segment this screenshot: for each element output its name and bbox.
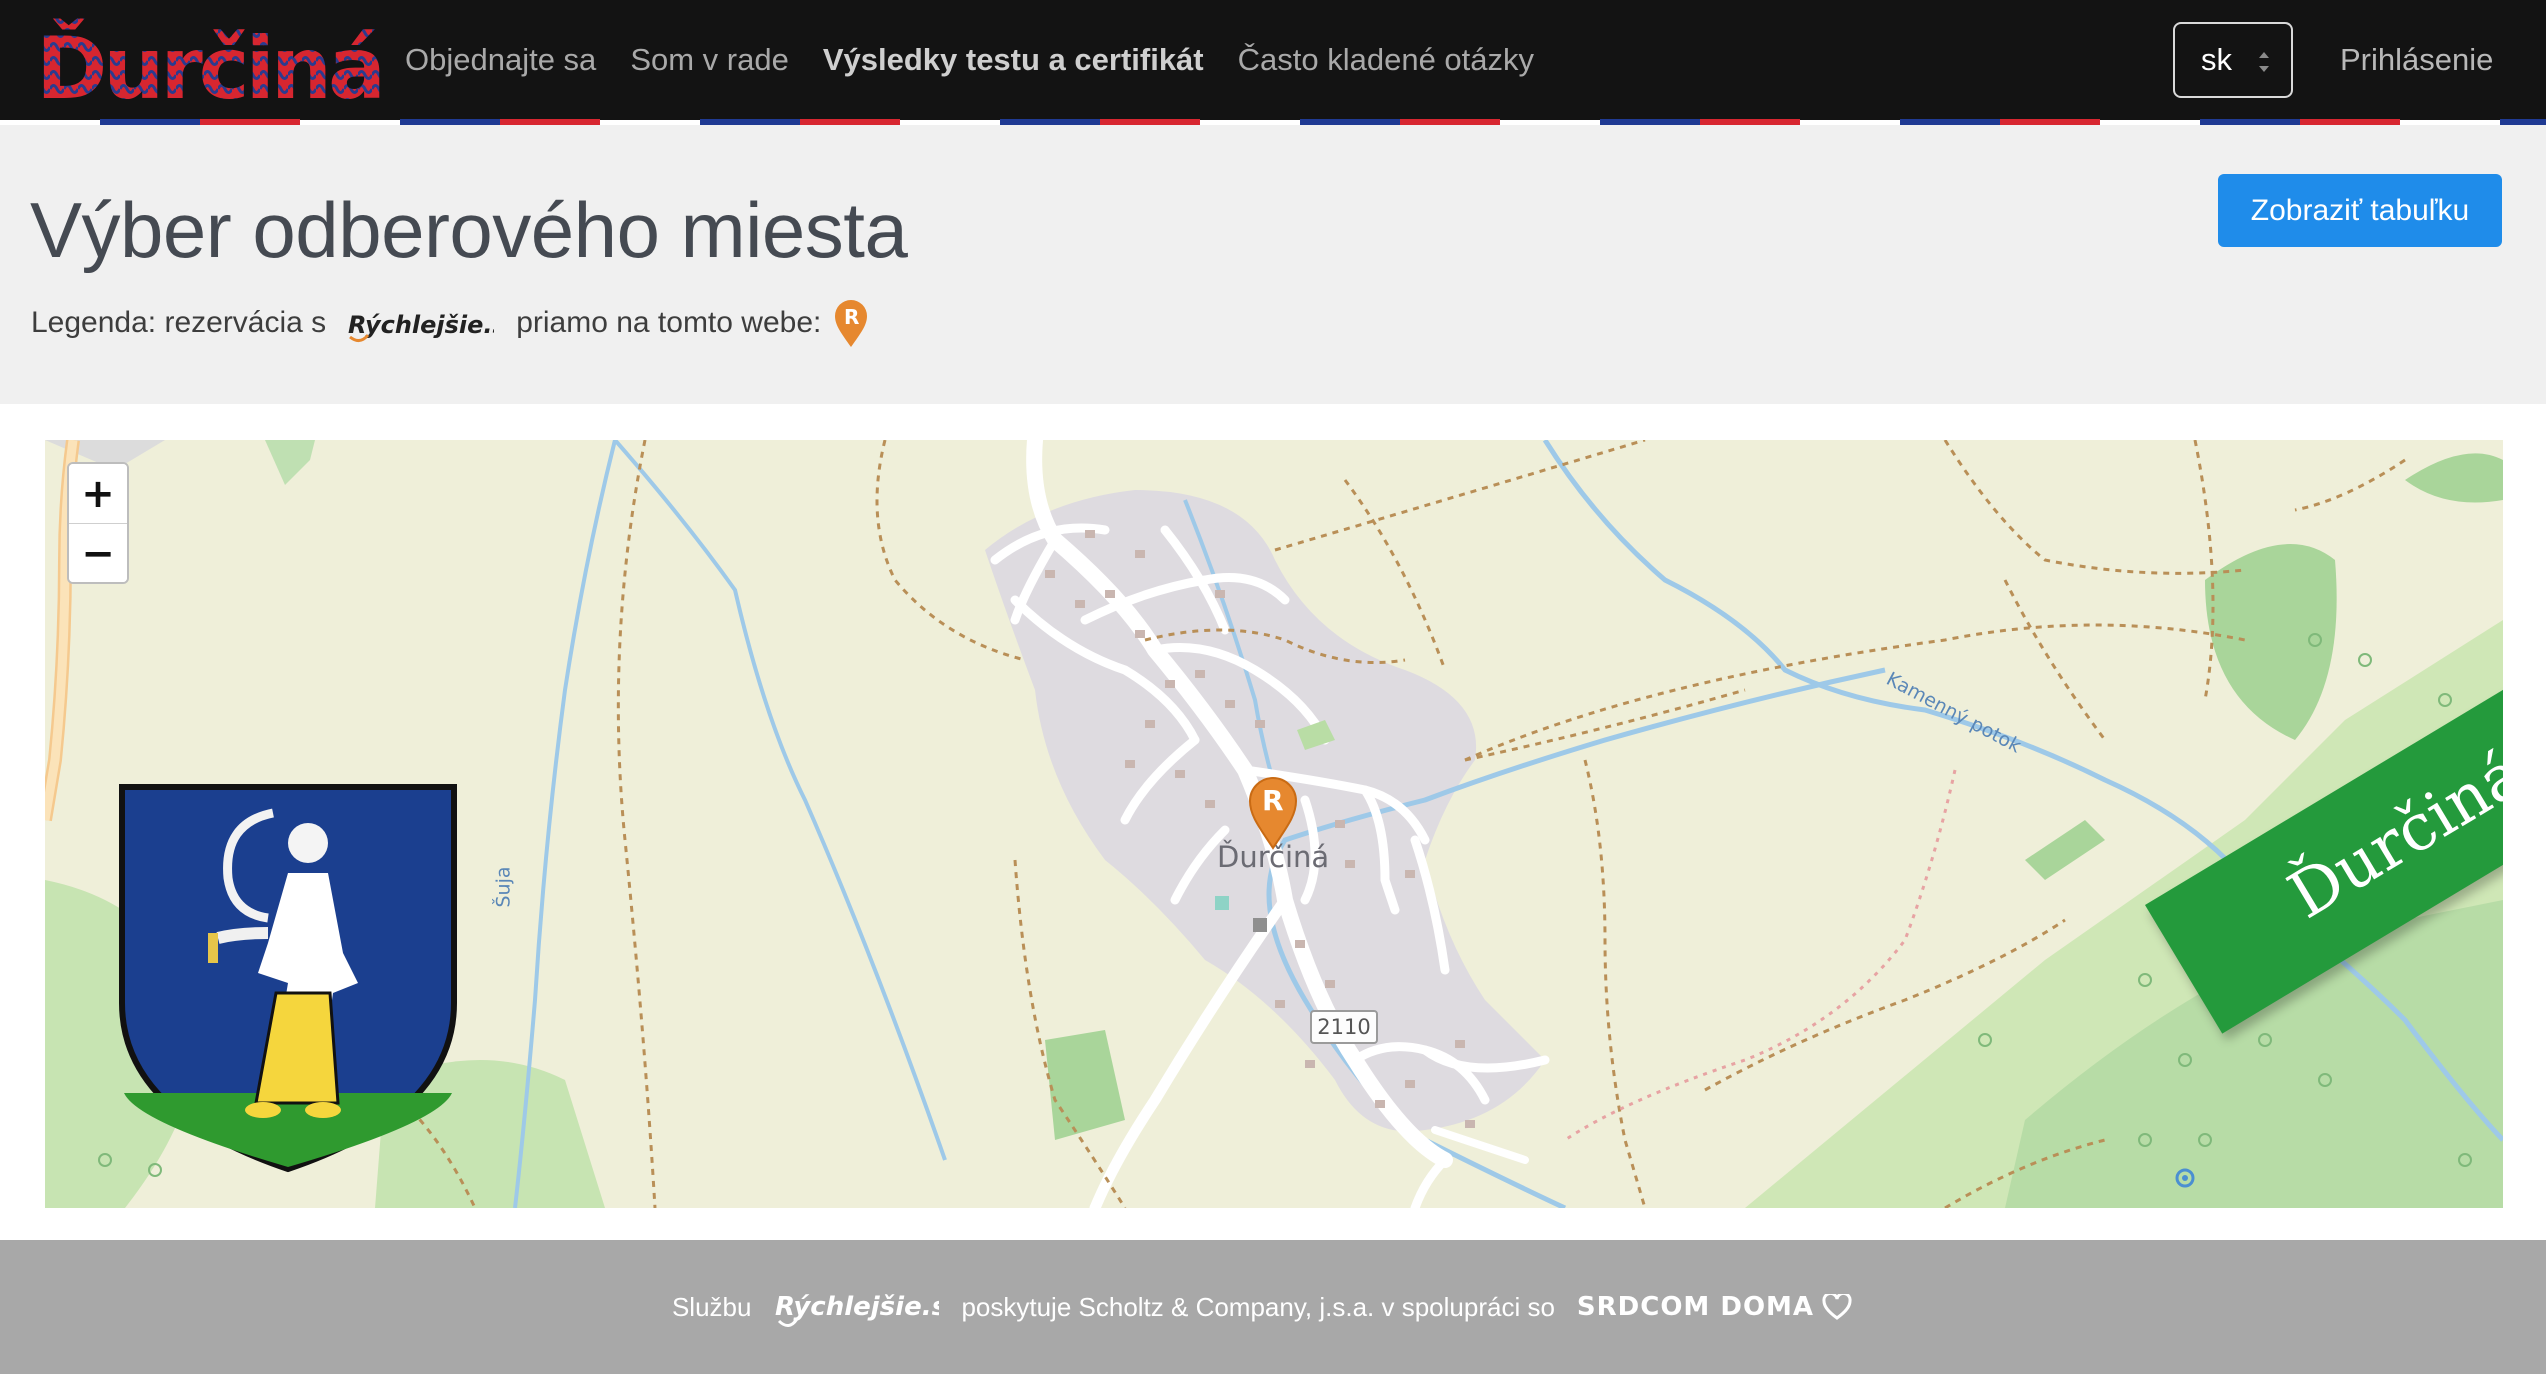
login-link[interactable]: Prihlásenie xyxy=(2340,0,2493,120)
main-nav: Objednajte sa Som v rade Výsledky testu … xyxy=(405,0,1568,120)
zoom-out-button[interactable]: − xyxy=(69,524,127,582)
footer-middle-text: poskytuje Scholtz & Company, j.s.a. v sp… xyxy=(961,1291,1555,1322)
nav-link-vysledky-testu[interactable]: Výsledky testu a certifikát xyxy=(823,42,1204,78)
map-view[interactable]: + − Šuja Kamenný potok Ďurčiná 2110 R Ďu… xyxy=(45,440,2503,1208)
nav-link-objednajte-sa[interactable]: Objednajte sa xyxy=(405,42,596,78)
rychlejsie-footer-logo[interactable]: Rýchlejšie.sk xyxy=(773,1283,939,1331)
select-caret-icon xyxy=(2259,52,2269,72)
legend-prefix: Legenda: rezervácia s xyxy=(31,306,327,339)
svg-text:Rýchlejšie.sk: Rýchlejšie.sk xyxy=(775,1292,939,1322)
top-navbar: Ďurčiná Objednajte sa Som v rade Výsledk… xyxy=(0,0,2546,125)
partner-name: SRDCOM DOMA xyxy=(1576,1292,1815,1322)
svg-text:R: R xyxy=(844,305,859,329)
booking-marker-icon: R xyxy=(835,300,868,347)
river-label: Šuja xyxy=(492,866,515,908)
nav-link-faq[interactable]: Často kladené otázky xyxy=(1238,42,1534,78)
footer-prefix: Službu xyxy=(671,1291,752,1322)
heart-icon xyxy=(1822,1294,1852,1320)
zoom-control: + − xyxy=(67,462,129,584)
durcina-coat-of-arms xyxy=(119,784,457,1173)
page-header: Výber odberového miesta Legenda: rezervá… xyxy=(0,125,2546,404)
legend-suffix: priamo na tomto webe: xyxy=(516,306,822,339)
srdcom-doma-logo[interactable]: SRDCOM DOMA xyxy=(1577,1292,1852,1322)
page-title: Výber odberového miesta xyxy=(30,186,908,274)
nav-link-som-v-rade[interactable]: Som v rade xyxy=(630,42,789,78)
svg-text:R: R xyxy=(1262,784,1284,817)
svg-text:Ďurčiná: Ďurčiná xyxy=(36,18,386,108)
map-legend: Legenda: rezervácia s Rýchlejšie.sk pria… xyxy=(31,295,871,351)
show-table-button[interactable]: Zobraziť tabuľku xyxy=(2218,174,2502,247)
page-footer: Službu Rýchlejšie.sk poskytuje Scholtz &… xyxy=(0,1240,2546,1374)
durcina-logo[interactable]: Ďurčiná xyxy=(36,12,392,108)
svg-text:Rýchlejšie.sk: Rýchlejšie.sk xyxy=(348,311,494,339)
zoom-in-button[interactable]: + xyxy=(69,464,127,523)
language-select-value: sk xyxy=(2201,42,2232,77)
rychlejsie-logo: Rýchlejšie.sk xyxy=(348,311,494,342)
language-select[interactable]: sk xyxy=(2173,22,2293,98)
road-number-shield: 2110 xyxy=(1310,1010,1378,1044)
booking-location-marker[interactable]: R xyxy=(1246,774,1300,850)
